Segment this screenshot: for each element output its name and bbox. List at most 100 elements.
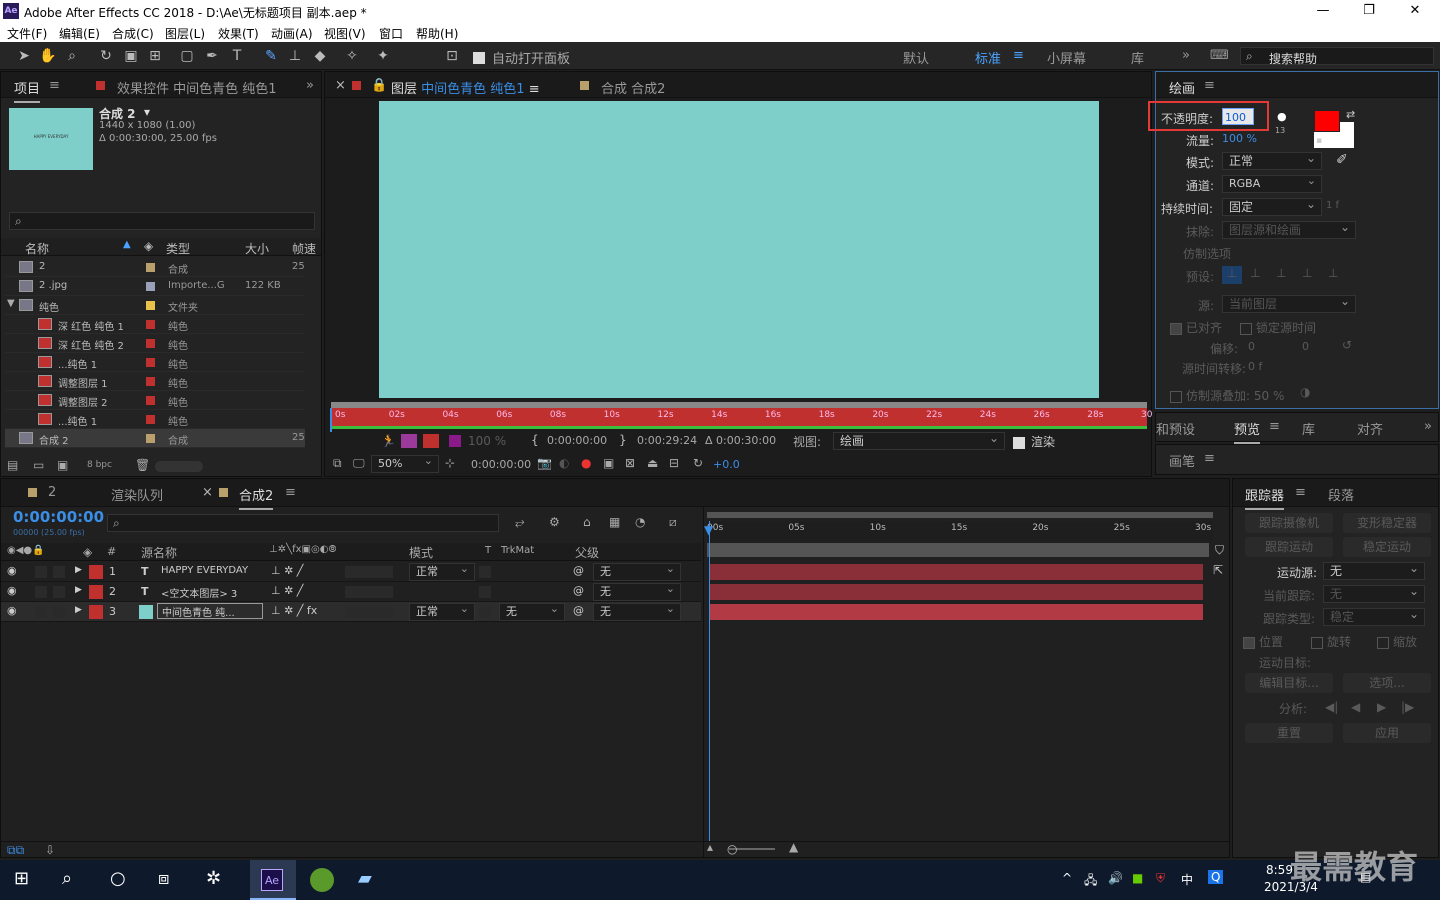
scale-checkbox[interactable]: 缩放 [1377, 633, 1417, 650]
preserve-transparency-box[interactable] [479, 566, 491, 578]
duration-dropdown[interactable]: 固定 [1222, 196, 1322, 216]
panel-toggle-icon[interactable]: ⊡ [443, 47, 461, 65]
parent-dropdown[interactable]: 无 [593, 601, 681, 621]
new-comp-icon[interactable]: ▣ [57, 458, 68, 472]
track-camera-button[interactable]: 跟踪摄像机 [1245, 513, 1333, 533]
expand-arrow-icon[interactable]: ▶ [75, 565, 82, 575]
mode-dropdown[interactable]: 正常 [1222, 150, 1322, 170]
tab-render-queue[interactable]: 渲染队列 [111, 485, 163, 504]
start-time[interactable]: 0:00:00:00 [547, 434, 607, 447]
reset-button[interactable]: 重置 [1245, 723, 1333, 743]
position-checkbox[interactable]: 位置 [1243, 633, 1283, 650]
layer-duration-bar[interactable] [709, 604, 1203, 620]
tab-tracker[interactable]: 跟踪器 [1245, 485, 1285, 510]
layer-switches-toggle-icon[interactable]: ⧉⧉ [7, 843, 24, 858]
timeline-layer-row[interactable]: ◉ ▶ 2 T <空文本图层> 3 ⊥ ✲ ╱ @ 无 [1, 581, 701, 602]
parent-dropdown[interactable]: 无 [593, 581, 681, 601]
solo-box[interactable] [35, 606, 47, 618]
brush-menu-icon[interactable]: ≡ [1204, 451, 1215, 466]
tab-preview[interactable]: 预览 [1234, 419, 1261, 444]
project-item-row[interactable]: 2 合成 25 [5, 258, 305, 277]
label-column-icon[interactable]: ◈ [83, 545, 92, 559]
analyze-forward-1-icon[interactable]: |▶ [1401, 700, 1414, 714]
col-source-name[interactable]: 源名称 [141, 544, 177, 561]
source-time-value[interactable]: 0 f [1248, 360, 1262, 373]
comp-button-icon[interactable]: ⇱ [1213, 563, 1223, 577]
tab-comp[interactable]: 合成 合成2 [601, 78, 665, 97]
close-layer-tab-icon[interactable]: × [335, 78, 346, 93]
reset-exposure-icon[interactable]: ↻ [693, 456, 703, 470]
col-fps[interactable]: 帧速 [292, 240, 316, 257]
layer-mode-dropdown[interactable]: 正常 [409, 601, 475, 621]
zoom-tool-icon[interactable]: ⌕ [63, 47, 81, 65]
project-search-input[interactable]: ⌕ [9, 212, 315, 230]
zoom-in-icon[interactable]: ▲ [789, 840, 798, 854]
reset-offset-icon[interactable]: ↺ [1342, 338, 1352, 352]
bpc-label[interactable]: 8 bpc [87, 460, 112, 470]
lock-box[interactable] [53, 566, 65, 578]
layer-name[interactable]: HAPPY EVERYDAY [161, 565, 248, 576]
close-comp-tab-icon[interactable]: × [202, 485, 213, 500]
tab-effects-presets[interactable]: 和预设 [1156, 419, 1195, 438]
preview-more-icon[interactable]: » [1424, 419, 1432, 434]
workspace-default[interactable]: 默认 [903, 48, 929, 67]
timeline-layer-row[interactable]: ◉ ▶ 3 中间色青色 纯... ⊥ ✲ ╱ fx 正常 无 @ 无 [1, 601, 701, 622]
difference-mode-icon[interactable]: ◑ [1300, 385, 1310, 399]
pen-tool-icon[interactable]: ✒ [203, 47, 221, 65]
more-workspaces-icon[interactable]: » [1182, 48, 1190, 63]
network-icon[interactable]: 🖧 [1084, 871, 1097, 892]
switches-column-icon[interactable]: ⊥✲╲fx▣◎◐⦾ [269, 544, 336, 555]
motion-blur-icon[interactable]: ◔ [635, 515, 645, 529]
tab-timeline-2[interactable]: 2 [48, 485, 56, 500]
col-mode[interactable]: 模式 [409, 544, 433, 561]
tab-align[interactable]: 对齐 [1357, 419, 1383, 438]
eraser-tool-icon[interactable]: ◆ [311, 47, 329, 65]
camera-tool-icon[interactable]: ▣ [122, 47, 140, 65]
lock-time-checkbox[interactable]: 锁定源时间 [1240, 319, 1316, 336]
lock-icon[interactable]: 🔒 [371, 78, 387, 93]
layer-switch-boxes[interactable] [345, 586, 393, 598]
analyze-back-icon[interactable]: ◀ [1351, 700, 1360, 714]
sort-ascending-icon[interactable]: ▲ [123, 239, 131, 250]
timeline-search-input[interactable]: ⌕ [107, 514, 499, 532]
motion-source-dropdown[interactable]: 无 [1323, 560, 1425, 580]
brush-tip-icon[interactable]: ● [1277, 110, 1287, 123]
workspace-small-screen[interactable]: 小屏幕 [1047, 48, 1086, 67]
in-out-toggle-icon[interactable]: ⇩ [45, 843, 55, 857]
swap-colors-icon[interactable]: ⇄ [1346, 108, 1355, 121]
draft-3d-icon[interactable]: ⚙ [549, 515, 560, 529]
offset-x[interactable]: 0 [1248, 340, 1255, 353]
show-snapshot-icon[interactable]: ◐ [559, 456, 569, 470]
offset-y[interactable]: 0 [1302, 340, 1309, 353]
menu-animation[interactable]: 动画(A) [271, 25, 313, 42]
end-time[interactable]: 0:00:29:24 [637, 434, 697, 447]
lock-box[interactable] [53, 606, 65, 618]
paint-menu-icon[interactable]: ≡ [1204, 78, 1215, 93]
parent-dropdown[interactable]: 无 [593, 561, 681, 581]
workspace-library[interactable]: 库 [1131, 48, 1144, 67]
taskbar-search-icon[interactable]: ⌕ [62, 868, 72, 889]
fast-preview-icon[interactable]: ⏏ [647, 456, 658, 470]
project-item-row[interactable]: 调整图层 2 纯色 [5, 391, 305, 410]
analyze-forward-icon[interactable]: ▶ [1377, 700, 1386, 714]
pan-behind-tool-icon[interactable]: ⊞ [146, 47, 164, 65]
timeline-layer-row[interactable]: ◉ ▶ 1 T HAPPY EVERYDAY ⊥ ✲ ╱ 正常 @ 无 [1, 561, 701, 582]
thumbnail-slider[interactable] [155, 461, 203, 472]
interpret-footage-icon[interactable]: ▤ [7, 458, 18, 472]
rectangle-tool-icon[interactable]: ▢ [178, 47, 196, 65]
minimize-button[interactable]: — [1300, 2, 1346, 20]
aligned-checkbox[interactable]: 已对齐 [1170, 319, 1222, 336]
out-point-icon[interactable]: } [619, 433, 627, 447]
volume-icon[interactable]: 🔊 [1108, 871, 1123, 885]
zoom-out-icon[interactable]: ▴ [707, 840, 713, 854]
menu-edit[interactable]: 编辑(E) [59, 25, 100, 42]
layer-switch-boxes[interactable] [345, 566, 393, 578]
preserve-transparency-box[interactable] [479, 606, 491, 618]
comp-flowchart-icon[interactable]: ⥂ [515, 515, 525, 530]
workspace-standard[interactable]: 标准 [975, 48, 1001, 67]
eyedropper-icon[interactable]: ✐ [1336, 152, 1348, 168]
tab-timeline-comp2[interactable]: 合成2 [239, 485, 274, 510]
timeline-ruler[interactable]: 00s 05s 10s 15s 20s 25s 30s [707, 521, 1213, 541]
erase-dropdown[interactable]: 图层源和绘画 [1222, 219, 1356, 239]
tab-layer[interactable]: 图层 中间色青色 纯色1 ≡ [391, 78, 540, 103]
